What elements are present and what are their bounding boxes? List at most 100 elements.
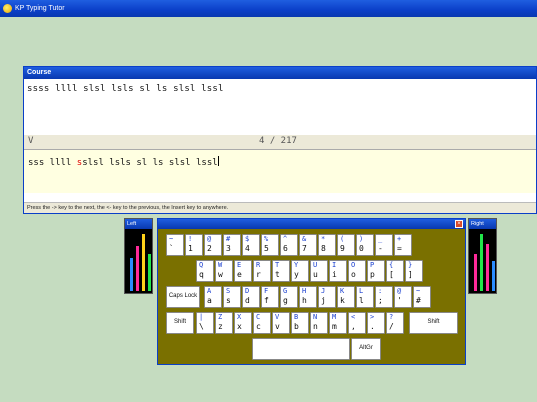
key-a[interactable]: Aa <box>204 286 222 308</box>
key-upper-label: % <box>264 235 269 243</box>
key-lower-label: n <box>313 322 318 331</box>
key-#[interactable]: ~ # <box>413 286 431 308</box>
left-hand-panel: Left <box>124 218 153 294</box>
key-lower-label: a <box>207 296 212 305</box>
right-finger-bar-3 <box>486 244 489 291</box>
left-finger-bar-1 <box>130 258 133 291</box>
key-z[interactable]: Zz <box>215 312 233 334</box>
key-lower-label: ] <box>408 270 413 279</box>
key-5[interactable]: % 5 <box>261 234 279 256</box>
key-upper-label: V <box>275 313 280 321</box>
key-upper-label: M <box>332 313 337 321</box>
key-o[interactable]: Oo <box>348 260 366 282</box>
key-q[interactable]: Qq <box>196 260 214 282</box>
key-;[interactable]: :; <box>375 286 393 308</box>
key-upper-label: J <box>321 287 326 295</box>
key-lower-label: c <box>256 322 261 331</box>
altgr-key[interactable]: AltGr <box>351 338 381 360</box>
key-/[interactable]: ? / <box>386 312 404 334</box>
close-icon[interactable]: × <box>455 220 463 228</box>
key-,[interactable]: <, <box>348 312 366 334</box>
key-lower-label: 9 <box>340 244 345 253</box>
key-upper-label: & <box>302 235 307 243</box>
key-6[interactable]: ^ 6 <box>280 234 298 256</box>
key-e[interactable]: Ee <box>234 260 252 282</box>
key-upper-label: X <box>237 313 242 321</box>
key-b[interactable]: Bb <box>291 312 309 334</box>
key-upper-label: S <box>226 287 231 295</box>
key-x[interactable]: Xx <box>234 312 252 334</box>
key-lower-label: x <box>237 322 242 331</box>
key-lower-label: j <box>321 296 326 305</box>
typing-area[interactable]: sss llll sslsl lsls sl ls slsl lssl <box>24 149 536 193</box>
key-y[interactable]: Yy <box>291 260 309 282</box>
course-window: Course ssss llll slsl lsls sl ls slsl ls… <box>23 66 537 214</box>
key-d[interactable]: Dd <box>242 286 260 308</box>
progress-counter: 4 / 217 <box>259 136 297 146</box>
key-f[interactable]: Ff <box>261 286 279 308</box>
key-lower-label: y <box>294 270 299 279</box>
right-hand-title: Right <box>469 219 496 229</box>
left-hand-title: Left <box>125 219 152 229</box>
key-lower-label: 2 <box>207 244 212 253</box>
left-shift-key[interactable]: Shift <box>166 312 194 334</box>
right-hand-panel: Right <box>468 218 497 294</box>
key-m[interactable]: Mm <box>329 312 347 334</box>
key-upper-label: ! <box>188 235 193 243</box>
key-lower-label: / <box>389 322 394 331</box>
key-lower-label: i <box>332 270 337 279</box>
key-lower-label: \ <box>199 322 204 331</box>
key-[[interactable]: {[ <box>386 260 404 282</box>
key-s[interactable]: Ss <box>223 286 241 308</box>
key-'[interactable]: @ ' <box>394 286 412 308</box>
key-upper-label: : <box>378 287 383 295</box>
key-p[interactable]: Pp <box>367 260 385 282</box>
key-lower-label: e <box>237 270 242 279</box>
key-9[interactable]: (9 <box>337 234 355 256</box>
key-3[interactable]: #3 <box>223 234 241 256</box>
key-upper-label: ? <box>389 313 394 321</box>
key-lower-label: = <box>397 244 402 253</box>
key-upper-label: ( <box>340 235 345 243</box>
key-0[interactable]: ) 0 <box>356 234 374 256</box>
key-lower-label: 7 <box>302 244 307 253</box>
key-l[interactable]: Ll <box>356 286 374 308</box>
key-n[interactable]: Nn <box>310 312 328 334</box>
hint-bar: Press the -> key to the next, the <- key… <box>24 202 536 213</box>
key-\[interactable]: | \ <box>196 312 214 334</box>
left-hand-bars <box>130 234 151 291</box>
key-.[interactable]: >. <box>367 312 385 334</box>
key-h[interactable]: Hh <box>299 286 317 308</box>
key-k[interactable]: Kk <box>337 286 355 308</box>
title-bar: KP Typing Tutor <box>0 0 537 17</box>
window-title: KP Typing Tutor <box>15 5 65 12</box>
key-u[interactable]: Uu <box>310 260 328 282</box>
key-r[interactable]: Rr <box>253 260 271 282</box>
key-v[interactable]: Vv <box>272 312 290 334</box>
key-4[interactable]: $4 <box>242 234 260 256</box>
key-upper-label: Z <box>218 313 223 321</box>
space-bar[interactable] <box>252 338 350 360</box>
key-i[interactable]: Ii <box>329 260 347 282</box>
key-j[interactable]: Jj <box>318 286 336 308</box>
key-1[interactable]: ! 1 <box>185 234 203 256</box>
key-w[interactable]: Ww <box>215 260 233 282</box>
caps-lock-key-label: Caps Lock <box>168 293 198 299</box>
key-lower-label: d <box>245 296 250 305</box>
key-=[interactable]: + = <box>394 234 412 256</box>
key-upper-label: ~ <box>169 235 174 243</box>
key-t[interactable]: Tt <box>272 260 290 282</box>
key-c[interactable]: Cc <box>253 312 271 334</box>
key-lower-label: 0 <box>359 244 364 253</box>
key-8[interactable]: * 8 <box>318 234 336 256</box>
key--[interactable]: _ - <box>375 234 393 256</box>
right-shift-key[interactable]: Shift <box>409 312 458 334</box>
key-upper-label: A <box>207 287 212 295</box>
right-finger-bar-1 <box>474 254 477 291</box>
key-`[interactable]: ~ ` <box>166 234 184 256</box>
key-2[interactable]: @2 <box>204 234 222 256</box>
key-g[interactable]: Gg <box>280 286 298 308</box>
caps-lock-key[interactable]: Caps Lock <box>166 286 200 308</box>
key-7[interactable]: & 7 <box>299 234 317 256</box>
key-][interactable]: }] <box>405 260 423 282</box>
